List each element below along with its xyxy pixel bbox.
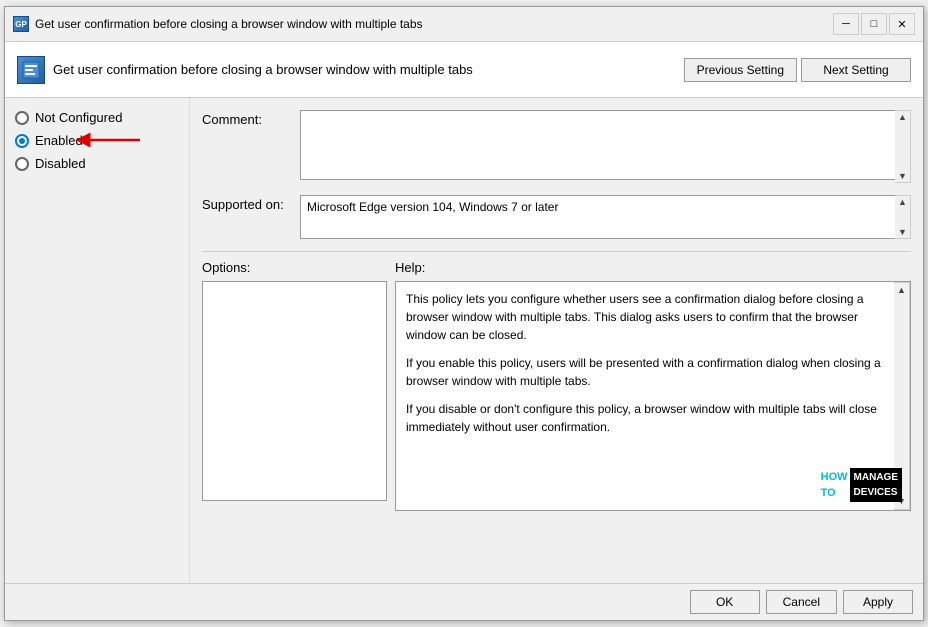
- comment-row: Comment: ▲ ▼: [202, 110, 911, 183]
- help-box: This policy lets you configure whether u…: [395, 281, 911, 511]
- comment-scrollbar: ▲ ▼: [895, 110, 911, 183]
- help-label: Help:: [395, 260, 911, 275]
- help-text: This policy lets you configure whether u…: [406, 290, 900, 436]
- main-window: GP Get user confirmation before closing …: [4, 6, 924, 621]
- window-icon: GP: [13, 16, 29, 32]
- options-box: [202, 281, 387, 501]
- comment-container: ▲ ▼: [300, 110, 911, 183]
- how-to-text: HOWTO: [821, 469, 848, 502]
- window-controls: ─ □ ✕: [833, 13, 915, 35]
- right-panel: Comment: ▲ ▼ Supported on: Microsoft Edg…: [190, 98, 923, 583]
- options-label: Options:: [202, 260, 387, 275]
- cancel-button[interactable]: Cancel: [766, 590, 837, 614]
- help-paragraph-2: If you enable this policy, users will be…: [406, 354, 900, 390]
- bottom-buttons: OK Cancel Apply: [5, 583, 923, 620]
- radio-group: Not Configured Enabled Disabled: [15, 110, 179, 171]
- header-title: Get user confirmation before closing a b…: [53, 62, 684, 77]
- supported-value: Microsoft Edge version 104, Windows 7 or…: [300, 195, 911, 239]
- not-configured-option[interactable]: Not Configured: [15, 110, 179, 125]
- help-panel: Help: This policy lets you configure whe…: [395, 260, 911, 571]
- next-setting-button[interactable]: Next Setting: [801, 58, 911, 82]
- comment-input[interactable]: [300, 110, 911, 180]
- minimize-button[interactable]: ─: [833, 13, 859, 35]
- title-bar: GP Get user confirmation before closing …: [5, 7, 923, 42]
- previous-setting-button[interactable]: Previous Setting: [684, 58, 797, 82]
- supported-row: Supported on: Microsoft Edge version 104…: [202, 195, 911, 239]
- help-paragraph-3: If you disable or don't configure this p…: [406, 400, 900, 436]
- header-bar: Get user confirmation before closing a b…: [5, 42, 923, 98]
- main-content: Not Configured Enabled Disabled: [5, 98, 923, 583]
- disabled-option[interactable]: Disabled: [15, 156, 179, 171]
- maximize-button[interactable]: □: [861, 13, 887, 35]
- title-bar-left: GP Get user confirmation before closing …: [13, 16, 423, 32]
- enabled-option[interactable]: Enabled: [15, 133, 179, 148]
- supported-container: Microsoft Edge version 104, Windows 7 or…: [300, 195, 911, 239]
- radio-dot: [19, 138, 25, 144]
- header-left: Get user confirmation before closing a b…: [17, 56, 684, 84]
- close-button[interactable]: ✕: [889, 13, 915, 35]
- header-icon: [17, 56, 45, 84]
- not-configured-label: Not Configured: [35, 110, 122, 125]
- header-buttons: Previous Setting Next Setting: [684, 58, 911, 82]
- supported-label: Supported on:: [202, 195, 292, 212]
- manage-devices-text: MANAGEDEVICES: [850, 468, 902, 502]
- watermark: HOWTO MANAGEDEVICES: [821, 468, 902, 502]
- left-panel: Not Configured Enabled Disabled: [5, 98, 190, 583]
- enabled-label: Enabled: [35, 133, 83, 148]
- apply-button[interactable]: Apply: [843, 590, 913, 614]
- comment-label: Comment:: [202, 110, 292, 127]
- disabled-label: Disabled: [35, 156, 86, 171]
- not-configured-radio[interactable]: [15, 111, 29, 125]
- ok-button[interactable]: OK: [690, 590, 760, 614]
- window-title: Get user confirmation before closing a b…: [35, 17, 423, 31]
- bottom-section: Options: Help: This policy lets you conf…: [202, 251, 911, 571]
- help-paragraph-1: This policy lets you configure whether u…: [406, 290, 900, 344]
- radio-section: Not Configured Enabled Disabled: [15, 110, 179, 171]
- options-panel: Options:: [202, 260, 387, 571]
- supported-scrollbar: ▲ ▼: [895, 195, 911, 239]
- disabled-radio[interactable]: [15, 157, 29, 171]
- enabled-radio[interactable]: [15, 134, 29, 148]
